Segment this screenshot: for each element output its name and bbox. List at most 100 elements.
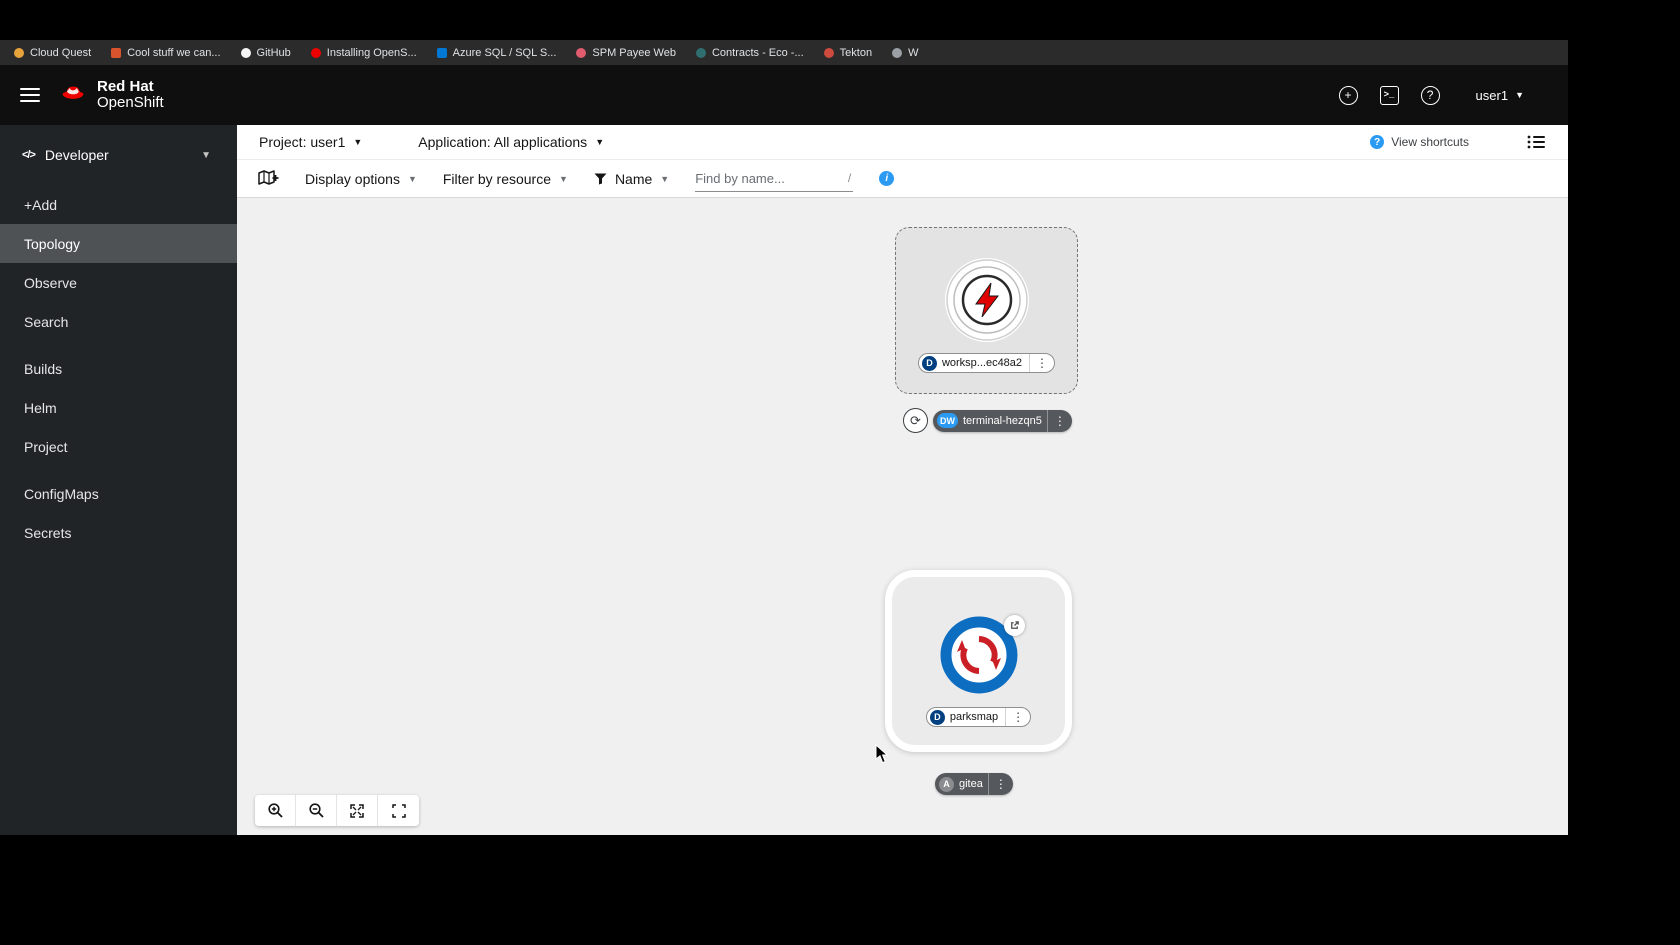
list-view-toggle[interactable] (1527, 134, 1546, 150)
chevron-down-icon: ▼ (201, 149, 211, 161)
parksmap-node[interactable]: D parksmap ⋮ (885, 570, 1072, 752)
topology-canvas[interactable]: D worksp...ec48a2 ⋮ ⟳ DW terminal-hezqn5… (237, 198, 1568, 835)
zoom-in-button[interactable] (255, 795, 296, 826)
sidebar-item-project[interactable]: Project (0, 427, 237, 466)
bookmarks-bar: Cloud Quest Cool stuff we can... GitHub … (0, 40, 1568, 65)
bookmark-label: W (908, 46, 919, 59)
kebab-menu-icon[interactable]: ⋮ (1046, 409, 1072, 432)
bookmark-azure-sql[interactable]: Azure SQL / SQL S... (436, 47, 556, 59)
open-url-decorator[interactable] (1004, 615, 1025, 636)
workspace-node[interactable]: D worksp...ec48a2 ⋮ (895, 227, 1078, 394)
brand-text: Red Hat OpenShift (97, 78, 164, 112)
question-circle-icon: ? (1370, 135, 1385, 149)
mouse-cursor (875, 744, 889, 764)
deployment-badge: D (929, 709, 945, 725)
filter-by-resource-label: Filter by resource (442, 170, 552, 187)
application-dropdown[interactable]: Application: All applications ▼ (418, 134, 604, 150)
fit-to-screen-button[interactable] (337, 795, 378, 826)
redhat-openshift-logo[interactable]: Red Hat OpenShift (58, 78, 164, 112)
workspace-node-label[interactable]: D worksp...ec48a2 ⋮ (917, 353, 1056, 373)
gitea-label-text: gitea (959, 778, 983, 790)
bookmark-label: Cloud Quest (30, 46, 92, 59)
openshift-favicon-icon (310, 47, 321, 58)
user-menu[interactable]: user1 ▼ (1476, 88, 1524, 103)
sidebar-item-builds[interactable]: Builds (0, 349, 237, 388)
globe-favicon-icon (892, 47, 903, 58)
bookmark-label: Cool stuff we can... (127, 46, 221, 59)
application-badge: A (939, 776, 954, 792)
chevron-down-icon: ▼ (595, 137, 605, 147)
kebab-menu-icon[interactable]: ⋮ (1005, 708, 1030, 726)
fit-to-screen-icon (350, 803, 364, 818)
zoom-out-button[interactable] (296, 795, 337, 826)
context-bar: Project: user1 ▼ Application: All applic… (237, 125, 1568, 160)
cool-stuff-favicon-icon (111, 47, 122, 58)
sidebar-item-search[interactable]: Search (0, 302, 237, 341)
terminal-pill-row: ⟳ DW terminal-hezqn5 ⋮ (903, 408, 1072, 433)
contracts-favicon-icon (695, 47, 706, 58)
sidebar-item-topology[interactable]: Topology (0, 224, 237, 263)
workspace-label-text: worksp...ec48a2 (941, 357, 1023, 369)
hamburger-menu-icon[interactable] (20, 88, 40, 102)
sidebar-item-secrets[interactable]: Secrets (0, 513, 237, 552)
masthead-toolbar: + >_ ? user1 ▼ (1338, 65, 1568, 125)
sidebar-item-observe[interactable]: Observe (0, 263, 237, 302)
deployment-badge: D (921, 355, 937, 371)
sidebar-item-helm[interactable]: Helm (0, 388, 237, 427)
brand-line2: OpenShift (97, 94, 164, 111)
bookmark-tekton[interactable]: Tekton (823, 47, 872, 59)
bookmark-w[interactable]: W (892, 47, 918, 59)
name-filter-dropdown[interactable]: Name ▼ (594, 171, 669, 187)
bookmark-github[interactable]: GitHub (240, 47, 291, 59)
sidebar-item-configmaps[interactable]: ConfigMaps (0, 474, 237, 513)
filter-funnel-icon (594, 173, 607, 184)
canvas-controls (255, 795, 419, 826)
spm-favicon-icon (576, 47, 587, 58)
chevron-down-icon: ▼ (559, 173, 568, 184)
quick-search-map-icon[interactable] (257, 169, 279, 188)
web-terminal-icon[interactable]: >_ (1379, 85, 1399, 105)
fullscreen-button[interactable] (378, 795, 419, 826)
parksmap-node-label[interactable]: D parksmap ⋮ (925, 707, 1032, 727)
redhat-fedora-icon (62, 86, 84, 99)
filter-by-resource-dropdown[interactable]: Filter by resource ▼ (443, 171, 568, 187)
sidebar: </> Developer ▼ +Add Topology Observe Se… (0, 125, 237, 835)
bookmark-contracts[interactable]: Contracts - Eco -... (695, 47, 804, 59)
parksmap-label-text: parksmap (949, 711, 999, 723)
chevron-down-icon: ▼ (407, 173, 417, 184)
azure-favicon-icon (436, 47, 447, 58)
github-favicon-icon (240, 47, 251, 58)
add-plus-icon[interactable]: + (1338, 85, 1358, 105)
kebab-menu-icon[interactable]: ⋮ (1029, 354, 1054, 372)
kebab-menu-icon[interactable]: ⋮ (987, 773, 1013, 795)
sidebar-item-add[interactable]: +Add (0, 185, 237, 224)
devworkspace-badge: DW (937, 413, 958, 428)
terminal-pill[interactable]: DW terminal-hezqn5 ⋮ (933, 409, 1072, 432)
project-dropdown[interactable]: Project: user1 ▼ (259, 134, 362, 150)
chevron-down-icon: ▼ (660, 173, 670, 184)
bookmark-label: SPM Payee Web (592, 46, 676, 59)
view-shortcuts-link[interactable]: ? View shortcuts (1370, 135, 1469, 149)
display-options-dropdown[interactable]: Display options ▼ (305, 171, 417, 187)
tekton-favicon-icon (823, 47, 834, 58)
gitea-pill[interactable]: A gitea ⋮ (935, 773, 1013, 795)
display-options-label: Display options (305, 170, 400, 187)
help-icon[interactable]: ? (1420, 85, 1440, 105)
project-dropdown-label: Project: user1 (259, 134, 346, 150)
bookmark-cloud-quest[interactable]: Cloud Quest (14, 47, 91, 59)
zoom-out-icon (308, 803, 324, 818)
slash-shortcut-hint: / (847, 171, 852, 185)
perspective-label: Developer (44, 147, 109, 163)
main-content: Project: user1 ▼ Application: All applic… (237, 125, 1568, 835)
chevron-down-icon: ▼ (1515, 90, 1524, 100)
cloud-quest-favicon-icon (14, 47, 24, 58)
bookmark-spm-payee[interactable]: SPM Payee Web (576, 47, 676, 59)
bookmark-installing-openshift[interactable]: Installing OpenS... (310, 47, 417, 59)
view-shortcuts-label: View shortcuts (1391, 135, 1469, 149)
masthead: Red Hat OpenShift + >_ ? user1 ▼ (0, 65, 1568, 125)
devworkspace-decorator-icon[interactable]: ⟳ (903, 408, 928, 433)
perspective-switcher[interactable]: </> Developer ▼ (0, 133, 237, 177)
info-icon[interactable]: i (879, 171, 895, 186)
find-by-name-input[interactable] (695, 170, 844, 186)
bookmark-cool-stuff[interactable]: Cool stuff we can... (111, 46, 221, 59)
